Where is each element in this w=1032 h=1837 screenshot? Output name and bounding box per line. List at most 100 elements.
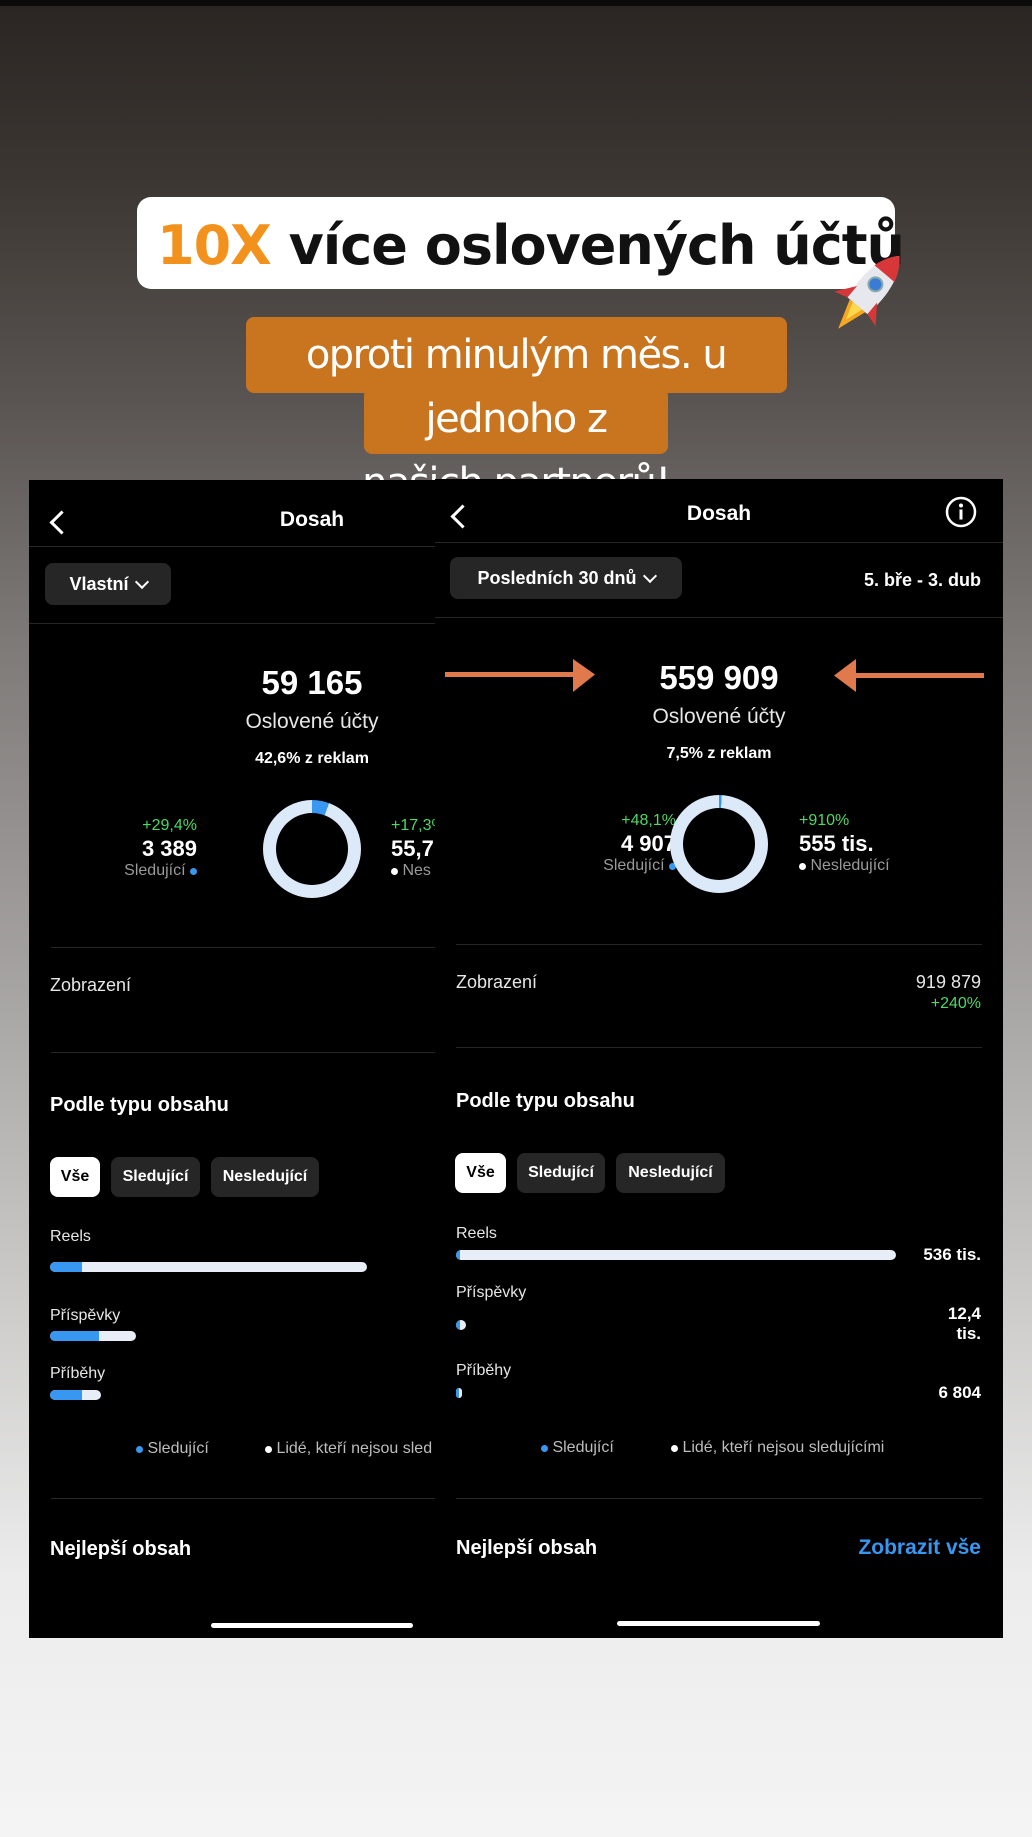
bar-reels [50,1262,367,1272]
legend-followers-text: Sledující [552,1439,614,1456]
headline-accent: 10X [157,214,272,277]
tab-all[interactable]: Vše [455,1153,506,1193]
nonfollowers-label: Nes [391,862,431,880]
legend-others: Lidé, kteří nejsou sledujícími [671,1439,884,1457]
bar-fill-followers [456,1250,460,1260]
followers-ring-chart [670,795,768,893]
page-title: Dosah [279,508,345,531]
legend-dot-blue [136,1446,143,1453]
row-label-stories: Příběhy [50,1365,106,1382]
legend-others-text: Lidé, kteří nejsou sled [276,1440,433,1457]
tab-all[interactable]: Vše [50,1157,100,1197]
range-filter-label: Posledních 30 dnů [477,567,637,588]
row-value-stories: 6 804 [938,1383,981,1402]
impressions-change: +240% [930,995,981,1012]
nonfollowers-count: 555 tis. [799,831,874,856]
home-indicator [211,1623,413,1628]
left-screenshot: Dosah Vlastní 59 165 Oslovené účty 42,6%… [29,480,435,1638]
rocket-icon [834,255,900,329]
followers-change: +29,4% [142,817,197,834]
content-type-heading: Podle typu obsahu [456,1090,635,1112]
best-content-heading: Nejlepší obsah [50,1538,192,1560]
row-value-posts: 12,4 tis. [947,1304,981,1343]
row-label-stories: Příběhy [456,1362,512,1379]
nonfollowers-dot [799,863,806,870]
section-divider [51,947,435,948]
headline: 10X více oslovených účtů [157,214,905,277]
ads-note: 7,5% z reklam [666,745,772,762]
range-filter-label: Vlastní [69,573,129,594]
legend-dot-white [265,1446,272,1453]
section-divider [51,1498,435,1499]
nonfollowers-label: Nesledující [799,857,890,875]
nonfollowers-dot [391,868,398,875]
bar-fill-followers [50,1390,82,1400]
range-filter-button[interactable]: Posledních 30 dnů [450,557,682,599]
followers-label-text: Sledující [603,857,665,874]
home-indicator [617,1621,820,1626]
row-value-reels: 536 tis. [923,1245,981,1264]
see-all-link[interactable]: Zobrazit vše [858,1536,981,1560]
reached-label: Oslovené účty [245,710,379,733]
date-range: 5. bře - 3. dub [863,570,981,590]
followers-change: +48,1% [621,812,676,829]
section-divider [456,1498,982,1499]
followers-dot [190,868,197,875]
row-label-posts: Příspěvky [50,1307,121,1324]
bar-fill-followers [50,1331,99,1341]
tab-nonfollowers[interactable]: Nesledující [211,1157,319,1197]
chevron-down-icon [642,568,657,583]
range-filter-button[interactable]: Vlastní [45,563,171,605]
followers-count: 3 389 [141,836,197,861]
filter-divider [435,617,1003,618]
header-divider [435,542,1003,543]
header-divider [29,546,435,547]
tab-followers[interactable]: Sledující [111,1157,200,1197]
reached-label: Oslovené účty [652,705,786,728]
row-label-posts: Příspěvky [456,1284,527,1301]
section-divider [51,1052,435,1053]
legend-others-text: Lidé, kteří nejsou sledujícími [682,1439,885,1456]
impressions-value: 919 879 [915,972,981,992]
bar-stories [50,1390,101,1400]
reached-count: 559 909 [659,659,779,696]
nonfollowers-label-text: Nes [402,862,431,879]
best-content-heading: Nejlepší obsah [456,1537,598,1559]
followers-label-text: Sledující [124,862,186,879]
followers-label: Sledující [603,857,676,875]
tab-nonfollowers[interactable]: Nesledující [616,1153,725,1193]
bar-reels [456,1250,896,1260]
bar-posts [456,1320,466,1330]
bar-fill-followers [456,1388,459,1398]
followers-label: Sledující [124,862,197,880]
right-screenshot: Dosah Posledních 30 dnů 5. bře - 3. dub … [435,479,1003,1638]
headline-rest: více oslovených účtů [270,214,905,277]
ads-note: 42,6% z reklam [255,750,369,767]
legend-dot-white [671,1445,678,1452]
impressions-label: Zobrazení [50,975,132,995]
nonfollowers-change: +910% [799,812,850,829]
section-divider [456,944,982,945]
legend-others: Lidé, kteří nejsou sled [265,1440,432,1458]
followers-count: 4 907 [620,831,676,856]
bar-fill-followers [50,1262,82,1272]
legend-followers: Sledující [136,1440,209,1458]
info-icon[interactable] [945,496,977,528]
subheadline-line-1: oproti minulým měs. u jednoho z [305,332,728,442]
reached-count: 59 165 [261,664,363,701]
nonfollowers-label-text: Nesledující [810,857,890,874]
nonfollowers-count: 55,7 [391,836,434,861]
legend-followers-text: Sledující [147,1440,209,1457]
impressions-label: Zobrazení [456,972,538,992]
tab-followers[interactable]: Sledující [517,1153,605,1193]
section-divider [456,1047,982,1048]
legend-followers: Sledující [541,1439,614,1457]
nonfollowers-change: +17,3% [391,817,435,834]
content-type-heading: Podle typu obsahu [50,1094,229,1116]
top-status-strip [0,0,1032,6]
chevron-down-icon [134,574,149,589]
bar-posts [50,1331,136,1341]
bar-fill-followers [456,1320,460,1330]
followers-ring-chart [263,800,361,898]
row-label-reels: Reels [50,1228,91,1245]
